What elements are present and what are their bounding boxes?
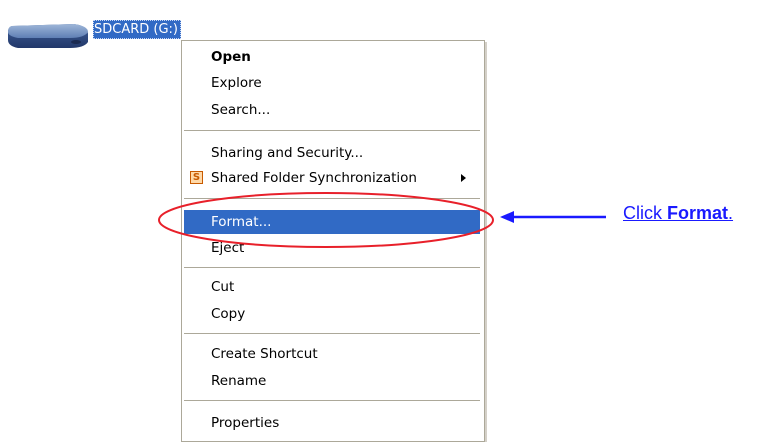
menu-item-properties[interactable]: Properties <box>184 411 480 435</box>
menu-item-shared-folder-sync[interactable]: S Shared Folder Synchronization <box>184 166 480 190</box>
context-menu: Open Explore Search... Sharing and Secur… <box>181 40 485 442</box>
menu-item-rename[interactable]: Rename <box>184 369 480 393</box>
menu-item-format[interactable]: Format... <box>184 210 480 234</box>
menu-item-label: Shared Folder Synchronization <box>211 170 417 186</box>
drive-label[interactable]: SDCARD (G:) <box>93 20 182 39</box>
instruction-prefix: Click <box>623 203 667 223</box>
menu-item-explore[interactable]: Explore <box>184 71 480 95</box>
menu-separator <box>184 333 480 334</box>
menu-separator <box>184 198 480 199</box>
removable-drive-icon[interactable] <box>4 14 90 54</box>
menu-separator <box>184 130 480 131</box>
menu-item-create-shortcut[interactable]: Create Shortcut <box>184 342 480 366</box>
submenu-arrow-icon <box>461 174 466 182</box>
menu-item-copy[interactable]: Copy <box>184 302 480 326</box>
menu-item-eject[interactable]: Eject <box>184 236 480 260</box>
instruction-emphasis: Format <box>667 203 729 223</box>
pointer-arrow-head <box>500 211 514 223</box>
instruction-callout: Click Format. <box>623 203 733 224</box>
menu-separator <box>184 267 480 268</box>
sync-icon: S <box>190 171 203 184</box>
instruction-suffix: . <box>728 203 734 223</box>
menu-item-open[interactable]: Open <box>184 45 480 69</box>
menu-item-search[interactable]: Search... <box>184 98 480 122</box>
menu-item-sharing-security[interactable]: Sharing and Security... <box>184 141 480 165</box>
menu-separator <box>184 400 480 401</box>
menu-item-cut[interactable]: Cut <box>184 275 480 299</box>
